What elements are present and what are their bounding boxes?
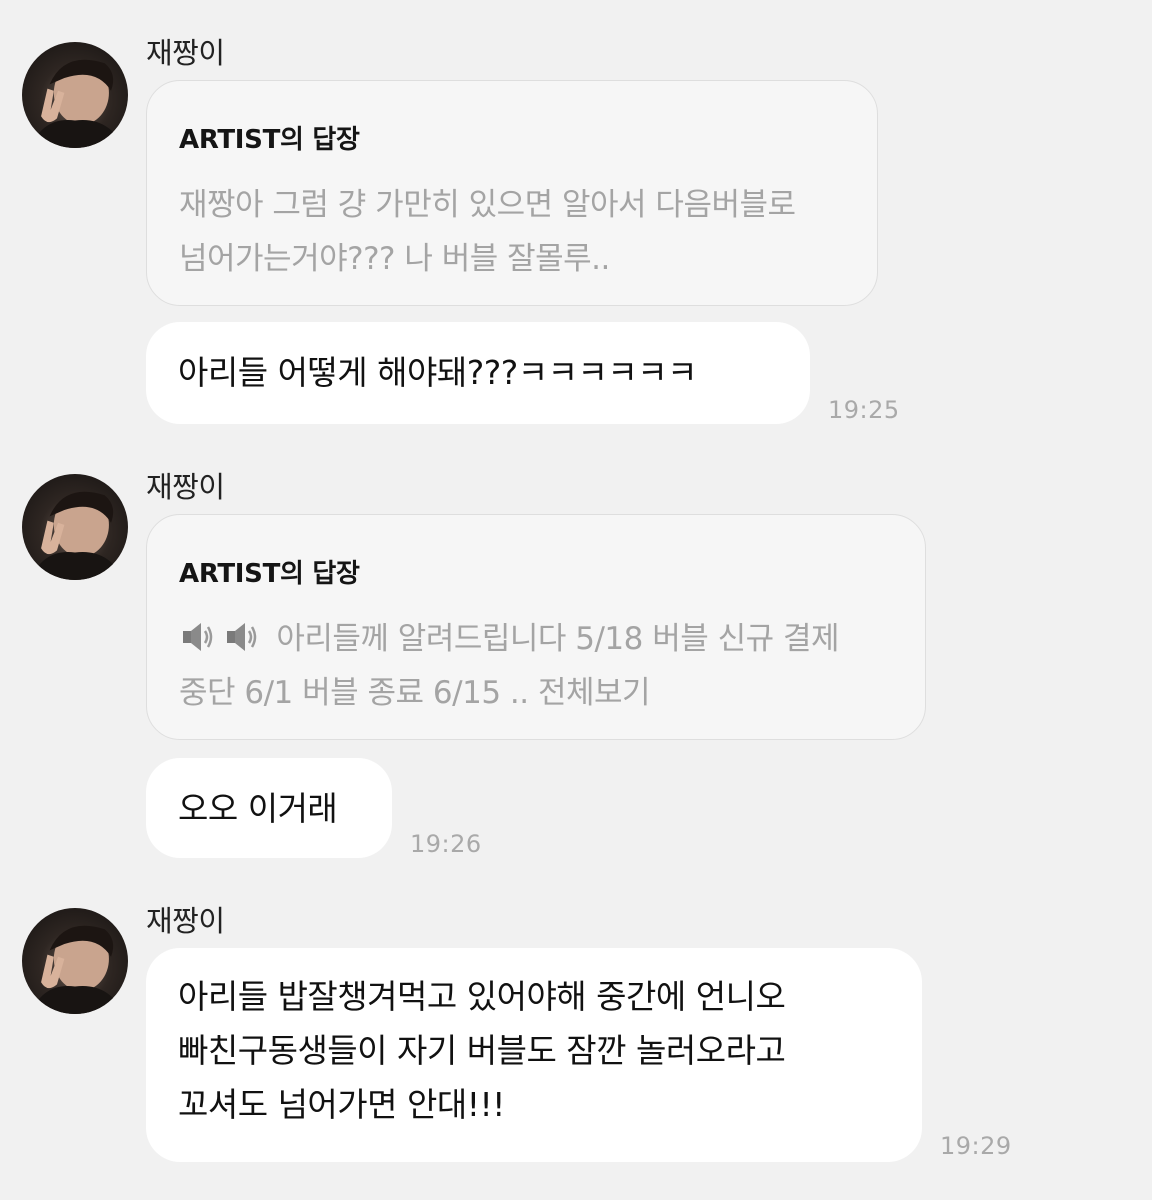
reply-title: ARTIST의 답장 [179, 125, 360, 155]
speaker-icon [223, 617, 263, 657]
message-line: 빠친구동생들이 자기 버블도 잠깐 놀러오라고 [178, 1031, 786, 1070]
avatar-photo [30, 491, 124, 580]
reply-title: ARTIST의 답장 [179, 559, 360, 589]
timestamp: 19:29 [940, 1132, 1012, 1160]
message-text: 아리들 밥잘챙겨먹고 있어야해 중간에 언니오 빠친구동생들이 자기 버블도 잠… [178, 970, 890, 1132]
reply-quote-bubble[interactable]: ARTIST의 답장 재짱아 그럼 걍 가만히 있으면 알아서 다음버블로 넘어… [146, 80, 878, 306]
message-text: 아리들 어떻게 해야돼???ㅋㅋㅋㅋㅋㅋ [178, 353, 697, 392]
avatar-photo [30, 925, 124, 1014]
reply-line: 아리들께 알려드립니다 5/18 버블 신규 결제 [179, 612, 893, 666]
timestamp: 19:26 [410, 830, 482, 858]
reply-line: 중단 6/1 버블 종료 6/15 .. 전체보기 [179, 675, 651, 711]
message-bubble[interactable]: 아리들 어떻게 해야돼???ㅋㅋㅋㅋㅋㅋ [146, 322, 810, 424]
sender-name: 재짱이 [146, 904, 225, 938]
reply-line: 재짱아 그럼 걍 가만히 있으면 알아서 다음버블로 [179, 187, 796, 223]
sender-name: 재짱이 [146, 470, 225, 504]
message-bubble[interactable]: 아리들 밥잘챙겨먹고 있어야해 중간에 언니오 빠친구동생들이 자기 버블도 잠… [146, 948, 922, 1162]
reply-body: 재짱아 그럼 걍 가만히 있으면 알아서 다음버블로 넘어가는거야??? 나 버… [179, 178, 845, 286]
reply-line-text: 아리들께 알려드립니다 5/18 버블 신규 결제 [276, 621, 840, 657]
message-line: 꼬셔도 넘어가면 안대!!! [178, 1085, 505, 1124]
sender-name: 재짱이 [146, 36, 225, 70]
speaker-icon [179, 617, 219, 657]
timestamp: 19:25 [828, 396, 900, 424]
avatar[interactable] [22, 42, 128, 148]
reply-quote-bubble[interactable]: ARTIST의 답장 아리들께 알려드립니다 5/18 버블 신규 결제 중단 … [146, 514, 926, 740]
message-bubble[interactable]: 오오 이거래 [146, 758, 392, 858]
reply-line: 넘어가는거야??? 나 버블 잘몰루.. [179, 241, 610, 277]
message-text: 오오 이거래 [178, 789, 338, 828]
message-line: 아리들 밥잘챙겨먹고 있어야해 중간에 언니오 [178, 977, 786, 1016]
reply-body: 아리들께 알려드립니다 5/18 버블 신규 결제 중단 6/1 버블 종료 6… [179, 612, 893, 720]
avatar-photo [30, 59, 124, 148]
avatar[interactable] [22, 908, 128, 1014]
avatar[interactable] [22, 474, 128, 580]
